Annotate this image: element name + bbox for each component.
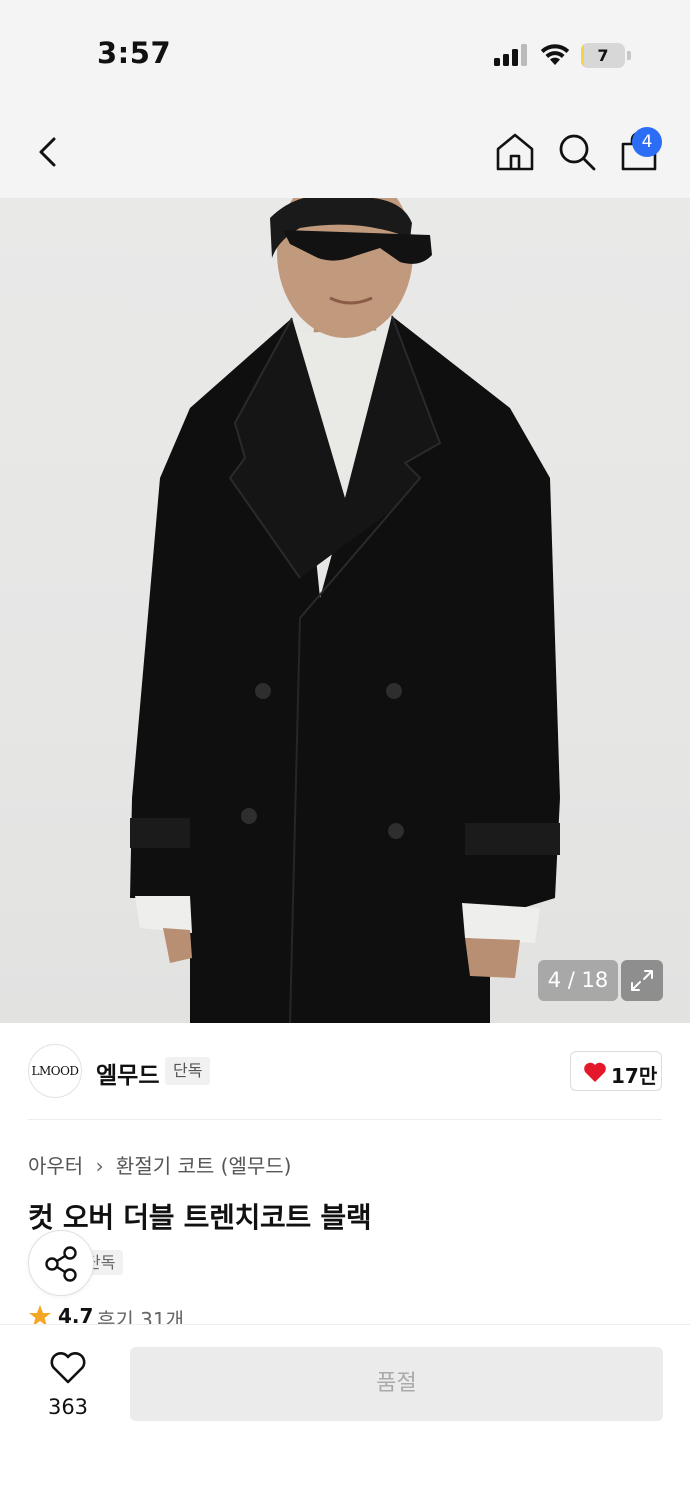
battery-level: 7 — [597, 46, 609, 65]
heart-outline-icon — [50, 1352, 86, 1384]
product-title: 컷 오버 더블 트렌치코트 블랙 — [28, 1201, 372, 1234]
battery-cap — [627, 51, 631, 60]
star-icon — [29, 1305, 51, 1326]
chevron-right-icon: › — [95, 1154, 104, 1178]
review-count[interactable]: 후기 31개 — [97, 1304, 184, 1326]
expand-icon[interactable] — [621, 960, 663, 1001]
status-time: 3:57 — [97, 36, 172, 70]
brand-like-count: 17만 — [611, 1064, 658, 1088]
signal-icon — [494, 44, 527, 66]
battery-body: 7 — [581, 43, 625, 68]
brand-logo[interactable]: LMOOD — [28, 1044, 82, 1098]
brand-row: LMOOD 엘무드 단독 17만 — [28, 1023, 662, 1120]
rating-row[interactable]: 4.7 후기 31개 — [28, 1304, 428, 1326]
status-bar: 3:57 7 — [0, 0, 690, 110]
cart-count-badge: 4 — [632, 127, 662, 157]
brand-like-button[interactable]: 17만 — [570, 1051, 662, 1091]
rating-value: 4.7 — [58, 1304, 94, 1326]
search-icon[interactable] — [555, 130, 599, 174]
share-icon — [45, 1246, 77, 1282]
wishlist-count: 363 — [47, 1395, 89, 1419]
home-icon[interactable] — [493, 130, 537, 174]
breadcrumb: 아우터 › 환절기 코트 (엘무드) — [28, 1150, 291, 1179]
chevron-left-icon[interactable] — [28, 130, 72, 174]
top-nav-bar — [0, 110, 690, 198]
model-in-black-trench-coat-photo — [130, 198, 560, 1023]
wishlist-button[interactable]: 363 — [28, 1347, 108, 1427]
share-button[interactable] — [28, 1230, 94, 1296]
bottom-action-bar: 363 품절 — [0, 1324, 690, 1500]
battery-indicator: 7 — [581, 43, 631, 68]
breadcrumb-subcategory[interactable]: 환절기 코트 (엘무드) — [116, 1154, 292, 1178]
brand-name[interactable]: 엘무드 — [96, 1056, 159, 1090]
heart-icon — [584, 1062, 606, 1082]
image-counter: 4 / 18 — [538, 960, 618, 1001]
product-image[interactable] — [0, 198, 690, 1023]
soldout-button[interactable]: 품절 — [130, 1347, 663, 1421]
wifi-icon — [540, 44, 570, 65]
brand-exclusive-tag: 단독 — [165, 1057, 211, 1085]
breadcrumb-category[interactable]: 아우터 — [28, 1154, 83, 1178]
